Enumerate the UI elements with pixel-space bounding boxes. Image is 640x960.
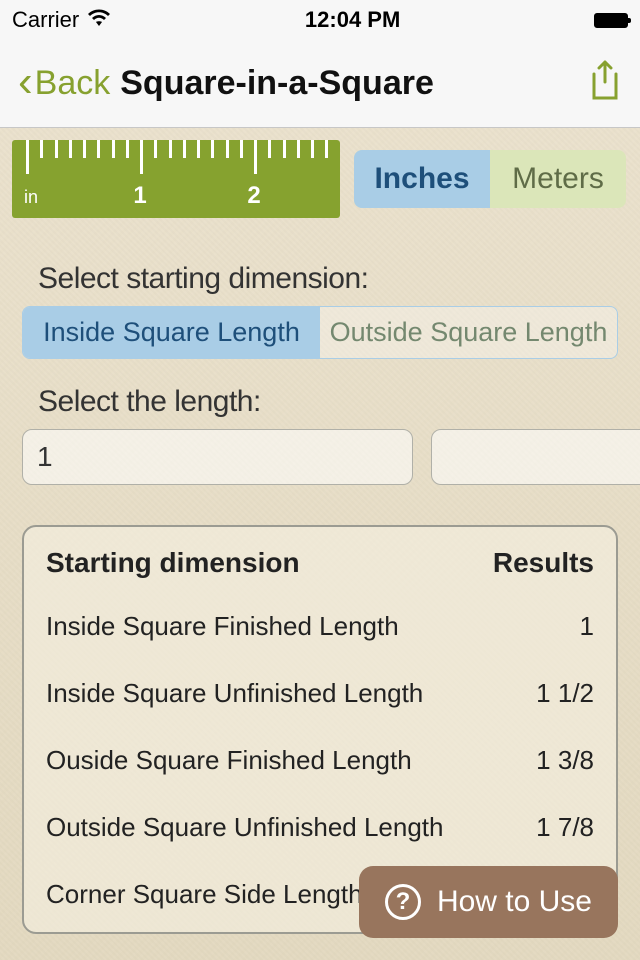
ruler-tick (311, 140, 314, 158)
result-label: Inside Square Unfinished Length (46, 678, 423, 709)
table-row: Outside Square Unfinished Length 1 7/8 (46, 794, 594, 861)
chevron-left-icon: ‹ (18, 60, 33, 104)
how-to-use-button[interactable]: ? How to Use (359, 866, 618, 938)
ruler[interactable]: in 1 2 (12, 140, 340, 218)
ruler-mark-2: 2 (247, 182, 260, 210)
ruler-tick (40, 140, 43, 158)
ruler-tick (240, 140, 243, 158)
result-label: Outside Square Unfinished Length (46, 812, 444, 843)
result-label: Corner Square Side Length (46, 879, 363, 910)
ruler-tick (254, 140, 257, 174)
ruler-tick (140, 140, 143, 174)
share-icon (588, 60, 622, 102)
unit-meters[interactable]: Meters (490, 150, 626, 208)
ruler-tick (197, 140, 200, 158)
result-label: Inside Square Finished Length (46, 611, 399, 642)
result-value: 1 (580, 611, 594, 642)
nav-bar: ‹ Back Square-in-a-Square (0, 40, 640, 128)
ruler-tick (55, 140, 58, 158)
ruler-tick (154, 140, 157, 158)
ruler-mark-1: 1 (133, 182, 146, 210)
unit-inches[interactable]: Inches (354, 150, 490, 208)
how-to-use-label: How to Use (437, 885, 592, 919)
table-row: Ouside Square Finished Length 1 3/8 (46, 727, 594, 794)
result-label: Ouside Square Finished Length (46, 745, 412, 776)
ruler-tick (325, 140, 328, 158)
ruler-tick (126, 140, 129, 158)
results-header-right: Results (493, 547, 594, 579)
share-button[interactable] (588, 60, 622, 107)
inside-square-option[interactable]: Inside Square Length (23, 307, 320, 358)
page-title: Square-in-a-Square (120, 64, 434, 103)
ruler-tick (211, 140, 214, 158)
starting-dimension-prompt: Select starting dimension: (38, 262, 618, 296)
length-whole-input[interactable] (22, 429, 413, 485)
back-button[interactable]: ‹ Back (18, 64, 110, 104)
wifi-icon (87, 7, 111, 33)
battery-icon (594, 13, 628, 28)
outside-square-option[interactable]: Outside Square Length (320, 307, 617, 358)
ruler-tick (26, 140, 29, 174)
ruler-tick (97, 140, 100, 158)
length-prompt: Select the length: (38, 385, 618, 419)
clock: 12:04 PM (305, 7, 400, 33)
back-label: Back (35, 64, 111, 103)
length-fraction-input[interactable] (431, 429, 640, 485)
ruler-tick (268, 140, 271, 158)
carrier-label: Carrier (12, 7, 79, 33)
ruler-tick (69, 140, 72, 158)
table-row: Inside Square Finished Length 1 (46, 593, 594, 660)
table-row: Inside Square Unfinished Length 1 1/2 (46, 660, 594, 727)
dimension-segmented: Inside Square Length Outside Square Leng… (22, 306, 618, 359)
ruler-tick (112, 140, 115, 158)
unit-segmented: Inches Meters (354, 150, 626, 208)
ruler-tick (283, 140, 286, 158)
ruler-unit-label: in (24, 187, 38, 208)
ruler-tick (183, 140, 186, 158)
ruler-tick (340, 140, 341, 158)
ruler-tick (226, 140, 229, 158)
ruler-tick (83, 140, 86, 158)
ruler-tick (297, 140, 300, 158)
question-icon: ? (385, 884, 421, 920)
result-value: 1 1/2 (536, 678, 594, 709)
ruler-tick (169, 140, 172, 158)
result-value: 1 7/8 (536, 812, 594, 843)
result-value: 1 3/8 (536, 745, 594, 776)
results-header-left: Starting dimension (46, 547, 300, 579)
status-bar: Carrier 12:04 PM (0, 0, 640, 40)
